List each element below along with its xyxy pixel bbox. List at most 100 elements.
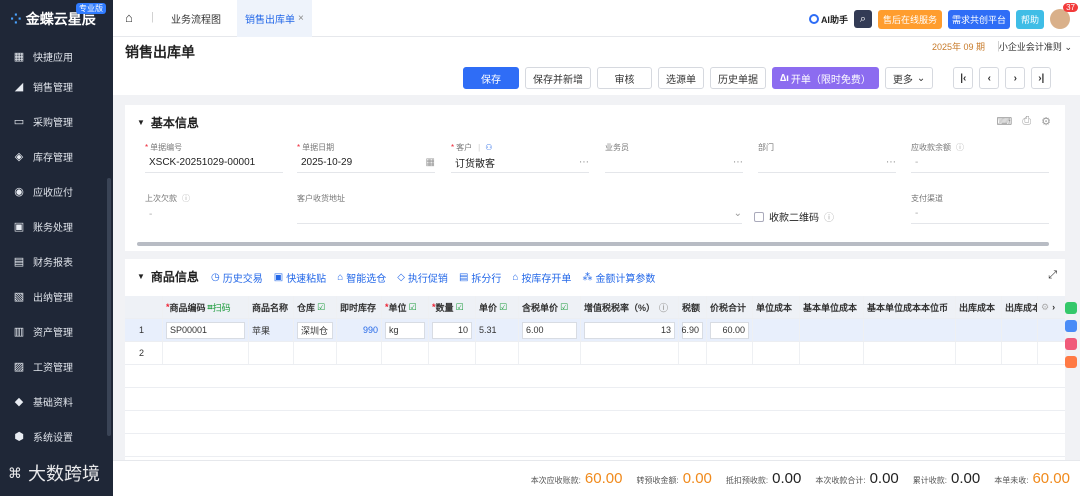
checkbox-icon[interactable]: ☑ (560, 302, 568, 313)
col-stock: 即时库存 (337, 296, 382, 318)
more-icon[interactable]: ⋯ (579, 157, 589, 168)
sidebar-item-accounting[interactable]: ▣ 账务处理 (0, 209, 113, 244)
home-icon[interactable]: ⌂ (125, 10, 133, 25)
amount-params-button[interactable]: ⁂ 金额计算参数 (582, 270, 655, 285)
help-button[interactable]: 帮助 (1015, 9, 1044, 29)
tax-price-input[interactable]: 6.00 (522, 321, 577, 339)
calendar-rail-icon[interactable] (1065, 356, 1077, 368)
sidebar-item-assets[interactable]: ▥ 资产管理 (0, 314, 113, 349)
quick-paste-button[interactable]: ▣ 快速粘贴 (274, 270, 326, 285)
table-row[interactable]: 1 SP00001 苹果 深圳仓 990 kg 10 5.31 6.00 13 … (125, 319, 1065, 342)
sidebar-item-basic-data[interactable]: ◆ 基础资料 (0, 384, 113, 419)
content-area: ▼ 基本信息 ⌨ ⎙ ⚙ * 单据编号 XSCK-20251029-00001 * 单… (113, 95, 1080, 460)
sidebar-item-sales[interactable]: ◢ 销售管理 (0, 69, 113, 104)
avatar[interactable]: 37 (1050, 3, 1078, 29)
delivery-address-field[interactable]: 客户收货地址 ⌄ (297, 193, 742, 224)
bill-date-field[interactable]: * 单据日期 2025-10-29 ▦ (297, 142, 435, 173)
total-input[interactable]: 60.00 (710, 321, 749, 339)
audit-button[interactable]: 审核 (597, 67, 652, 89)
col-unit: * 单位 ☑ (382, 296, 429, 318)
calendar-icon[interactable]: ▦ (426, 157, 435, 168)
brand-logo[interactable]: ⁘ 金蝶云星辰 专业版 (0, 0, 113, 38)
user-icon[interactable]: ⚇ (485, 143, 492, 152)
smart-warehouse-button[interactable]: ⌂ 智能选仓 (337, 270, 386, 285)
keyboard-icon[interactable]: ⌨ (996, 115, 1012, 128)
split-row-button[interactable]: ▤ 拆分行 (459, 270, 501, 285)
payment-qr-checkbox[interactable]: 收款二维码 ⓘ (754, 209, 834, 224)
more-button[interactable]: 更多 ⌄ (884, 67, 934, 89)
salesman-field[interactable]: 业务员 ⋯ (605, 142, 743, 173)
table-row[interactable] (125, 411, 1065, 434)
sidebar-item-quick-apps[interactable]: ▦ 快捷应用 (0, 44, 113, 69)
help-icon[interactable]: ⓘ (659, 301, 668, 314)
settings-icon[interactable]: ⚙ (1041, 115, 1051, 128)
gift-rail-icon[interactable] (1065, 338, 1077, 350)
sidebar-scrollbar[interactable] (107, 178, 111, 436)
checkbox-icon[interactable]: ☑ (409, 302, 417, 313)
checkbox-icon[interactable]: ☑ (456, 302, 464, 313)
last-record-button[interactable]: ›| (1031, 67, 1052, 89)
basic-info-title[interactable]: ▼ 基本信息 (137, 114, 199, 131)
more-icon[interactable]: ⋯ (733, 157, 743, 168)
prev-record-button[interactable]: ‹ (979, 67, 1000, 89)
checkbox[interactable] (754, 211, 764, 222)
demand-platform-button[interactable]: 需求共创平台 (947, 9, 1010, 29)
ai-assistant-button[interactable]: AI助手 (808, 13, 848, 26)
warehouse-icon: ⌂ (337, 272, 344, 283)
history-trade-button[interactable]: ◷ 历史交易 (211, 270, 263, 285)
ledger-select[interactable]: 小企业会计准则 ⌄ (999, 40, 1072, 53)
code-input[interactable]: SP00001 (166, 321, 245, 339)
tax-rate-input[interactable]: 13 (584, 321, 675, 339)
table-row[interactable] (125, 434, 1065, 457)
history-bills-button[interactable]: 历史单据 (710, 67, 766, 89)
chevron-down-icon[interactable]: ⌄ (734, 208, 742, 219)
sidebar-item-cashier[interactable]: ▧ 出纳管理 (0, 279, 113, 314)
qty-input[interactable]: 10 (432, 321, 472, 339)
department-field[interactable]: 部门 ⋯ (758, 142, 896, 173)
sidebar-item-salary[interactable]: ▨ 工资管理 (0, 349, 113, 384)
warehouse-input[interactable]: 深圳仓 (297, 321, 333, 339)
settings-icon[interactable]: ⚙ (1041, 302, 1049, 313)
checkbox-icon[interactable]: ☑ (499, 302, 507, 313)
customer-field[interactable]: * 客户 | ⚇ 订货散客 ⋯ (451, 142, 589, 173)
help-icon[interactable]: ⓘ (182, 193, 190, 204)
table-row[interactable]: 2 (125, 342, 1065, 365)
col-code: * 商品编码 ⌗ 扫码 (163, 296, 249, 318)
next-record-button[interactable]: › (1005, 67, 1026, 89)
sidebar-item-receivable-payable[interactable]: ◉ 应收应付 (0, 174, 113, 209)
help-rail-icon[interactable] (1065, 302, 1077, 314)
search-icon[interactable]: ⌕ (853, 10, 872, 28)
stock-bill-button[interactable]: ⌂ 按库存开单 (512, 270, 571, 285)
sidebar-item-inventory[interactable]: ◈ 库存管理 (0, 139, 113, 174)
chevron-right-icon[interactable]: › (1052, 302, 1055, 312)
help-icon[interactable]: ⓘ (824, 209, 834, 224)
bill-no-field[interactable]: * 单据编号 XSCK-20251029-00001 (145, 142, 283, 173)
tab-business-flow[interactable]: 业务流程图 (171, 0, 221, 37)
first-record-button[interactable]: |‹ (953, 67, 974, 89)
after-sales-button[interactable]: 售后在线服务 (877, 9, 942, 29)
horizontal-scrollbar[interactable] (137, 242, 1049, 246)
close-icon[interactable]: × (298, 13, 304, 24)
scan-button[interactable]: 扫码 (213, 301, 231, 314)
goods-info-title[interactable]: ▼ 商品信息 (137, 268, 199, 285)
sidebar-item-settings[interactable]: ⬢ 系统设置 (0, 419, 113, 454)
checkbox-icon[interactable]: ☑ (317, 302, 325, 313)
table-row[interactable] (125, 365, 1065, 388)
unit-input[interactable]: kg (385, 321, 425, 339)
invoice-button[interactable]: ∆ı 开单（限时免费） (772, 67, 879, 89)
help-icon[interactable]: ⓘ (956, 142, 964, 153)
print-icon[interactable]: ⎙ (1022, 115, 1031, 128)
sidebar-item-purchase[interactable]: ▭ 采购管理 (0, 104, 113, 139)
table-row[interactable] (125, 388, 1065, 411)
stock-link[interactable]: 990 (363, 325, 378, 335)
more-icon[interactable]: ⋯ (886, 157, 896, 168)
expand-icon[interactable]: ⤢ (1048, 269, 1057, 282)
tab-sales-outbound[interactable]: 销售出库单 × (237, 0, 312, 37)
chat-rail-icon[interactable] (1065, 320, 1077, 332)
promotion-button[interactable]: ◇ 执行促销 (397, 270, 448, 285)
save-button[interactable]: 保存 (463, 67, 519, 89)
save-and-new-button[interactable]: 保存并新增 (525, 67, 591, 89)
select-source-button[interactable]: 选源单 (658, 67, 704, 89)
tax-input[interactable]: 6.90 (681, 321, 703, 339)
sidebar-item-financial-reports[interactable]: ▤ 财务报表 (0, 244, 113, 279)
